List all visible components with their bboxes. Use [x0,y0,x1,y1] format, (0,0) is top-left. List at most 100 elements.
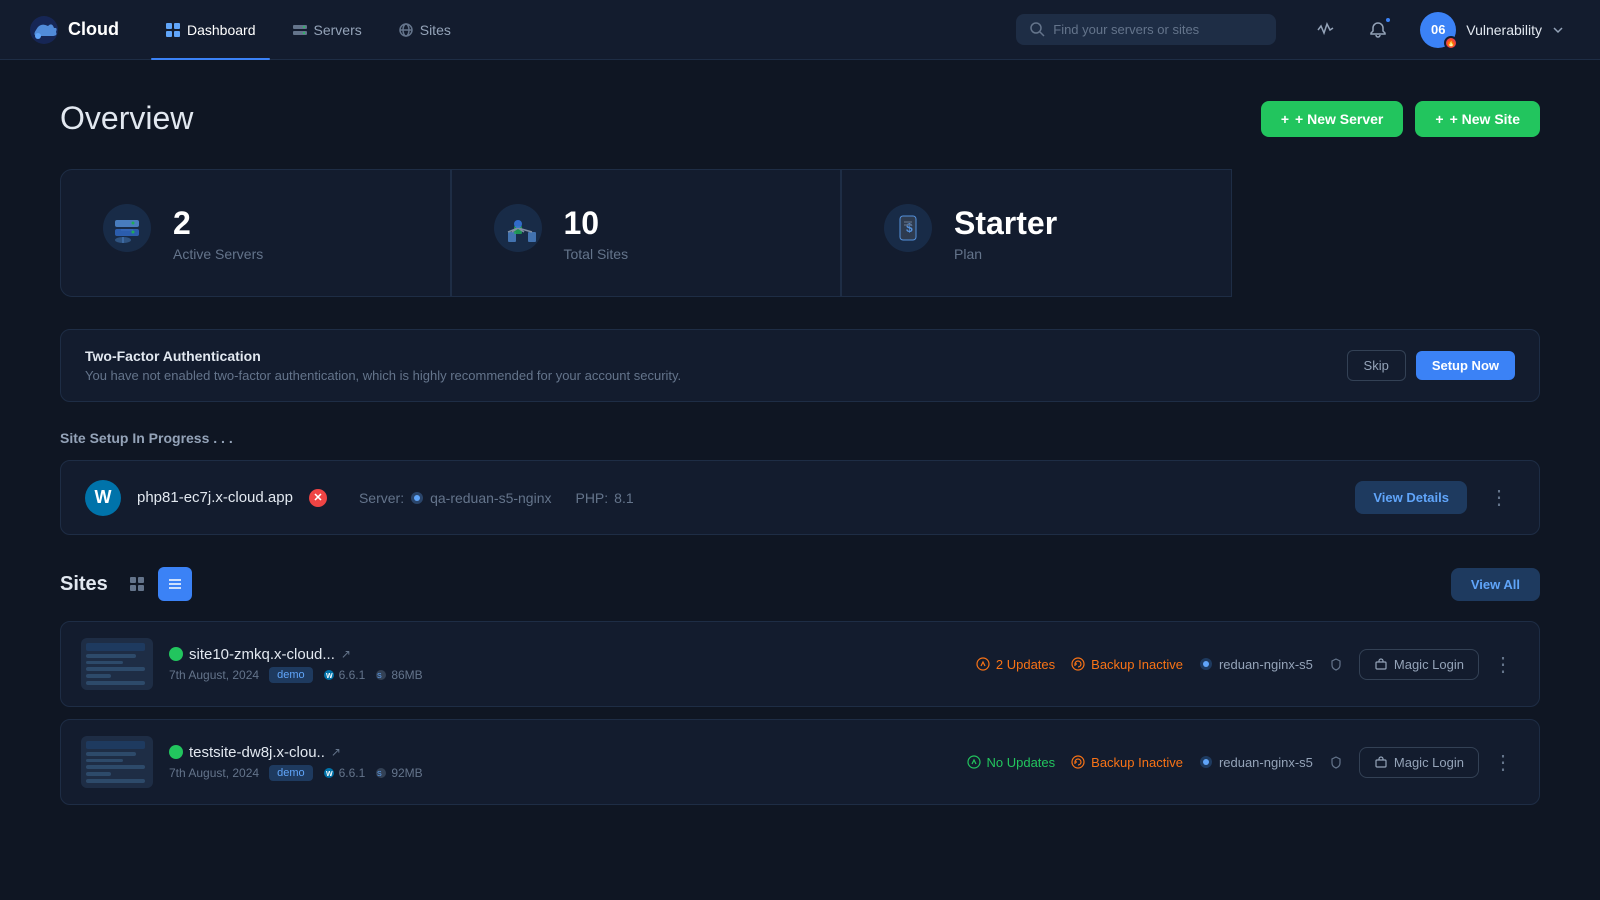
site-badges-2: No Updates Backup Inactive reduan-nginx-… [967,755,1343,770]
view-details-button[interactable]: View Details [1355,481,1467,514]
site-wp-version-2: W 6.6.1 [323,766,366,780]
backup-label-2: Backup Inactive [1091,755,1183,770]
site-tag-1: demo [269,667,313,683]
server-icon [410,491,424,505]
shield-icon-1 [1329,657,1343,671]
site-thumbnail-1 [81,638,153,690]
servers-stat-icon [101,202,153,264]
avatar-badge: 🔥 [1444,36,1458,50]
activity-button[interactable] [1308,12,1344,48]
new-site-label: + New Site [1450,111,1520,127]
new-site-icon: + [1435,111,1443,127]
avatar: 06 🔥 [1420,12,1456,48]
bell-icon [1369,21,1387,39]
nav-actions: 06 🔥 Vulnerability [1308,8,1572,52]
user-menu[interactable]: 06 🔥 Vulnerability [1412,8,1572,52]
stats-row: 2 Active Servers 10 T [60,169,1540,297]
sites-header: Sites View All [60,567,1540,601]
app-name: Cloud [68,19,119,40]
view-all-button[interactable]: View All [1451,568,1540,601]
server-name-badge-2: reduan-nginx-s5 [1219,755,1313,770]
site-info-1: site10-zmkq.x-cloud... ↗ 7th August, 202… [169,646,423,683]
navbar: Cloud Dashboard Servers [0,0,1600,60]
nav-sites[interactable]: Sites [384,14,465,46]
external-link-icon-1[interactable]: ↗ [341,647,351,661]
list-view-button[interactable] [158,567,192,601]
wordpress-icon: W [85,480,121,516]
dashboard-icon [165,22,181,38]
setup-server-name: qa-reduan-s5-nginx [430,490,551,506]
svg-text:S: S [377,673,382,680]
backup-badge-2: Backup Inactive [1071,755,1183,770]
server-small-icon-2 [1199,755,1213,769]
plan-name: Starter [954,205,1057,242]
magic-login-label-2: Magic Login [1394,755,1464,770]
new-site-button[interactable]: + + New Site [1415,101,1540,137]
site-actions-2: Magic Login ⋮ [1359,744,1519,781]
new-server-button[interactable]: + + New Server [1261,101,1404,137]
tfa-banner: Two-Factor Authentication You have not e… [60,329,1540,402]
magic-login-button-1[interactable]: Magic Login [1359,649,1479,680]
server-name-badge-1: reduan-nginx-s5 [1219,657,1313,672]
svg-text:W: W [326,673,333,680]
site-wp-version-1: W 6.6.1 [323,668,366,682]
stat-card-servers[interactable]: 2 Active Servers [60,169,451,297]
grid-view-button[interactable] [120,567,154,601]
site-size-2: S 92MB [375,766,422,780]
stat-card-sites[interactable]: 10 Total Sites [451,169,842,297]
external-link-icon-2[interactable]: ↗ [331,745,341,759]
servers-label: Active Servers [173,246,263,262]
setup-section-title: Site Setup In Progress . . . [60,430,1540,446]
setup-meta: Server: qa-reduan-s5-nginx PHP: 8.1 [359,490,634,506]
svg-text:S: S [377,771,382,778]
sites-count: 10 [564,205,629,242]
updates-badge-1: 2 Updates [976,657,1055,672]
sites-view-all: View All [1451,568,1540,601]
site-more-options-1[interactable]: ⋮ [1487,646,1519,683]
plan-stat-icon: $ [882,202,934,264]
site-name-1: site10-zmkq.x-cloud... [189,646,335,663]
list-icon [167,576,183,592]
nav-dashboard[interactable]: Dashboard [151,14,270,46]
server-badge-1: reduan-nginx-s5 [1199,657,1313,672]
nav-servers[interactable]: Servers [278,14,376,46]
sites-stat-icon [492,202,544,264]
site-more-options-2[interactable]: ⋮ [1487,744,1519,781]
view-toggle [120,567,192,601]
magic-login-button-2[interactable]: Magic Login [1359,747,1479,778]
setup-server-info: Server: qa-reduan-s5-nginx [359,490,552,506]
shield-icon-2 [1329,755,1343,769]
servers-icon [292,22,308,38]
nav-links: Dashboard Servers Sites [151,14,465,46]
updates-badge-2: No Updates [967,755,1056,770]
svg-text:$: $ [906,221,913,235]
overview-header: Overview + + New Server + + New Site [60,100,1540,137]
site-actions-1: Magic Login ⋮ [1359,646,1519,683]
setup-more-options-button[interactable]: ⋮ [1483,479,1515,516]
search-placeholder: Find your servers or sites [1053,22,1199,37]
site-meta-1: 7th August, 2024 demo W 6.6.1 S 86MB [169,667,423,683]
tfa-skip-button[interactable]: Skip [1347,350,1406,381]
setup-php-info: PHP: 8.1 [575,490,633,506]
svg-text:W: W [326,771,333,778]
tfa-text: Two-Factor Authentication You have not e… [85,348,681,383]
backup-icon-2 [1071,755,1085,769]
user-name: Vulnerability [1466,22,1542,38]
site-thumbnail-2 [81,736,153,788]
shield-badge-1 [1329,657,1343,671]
logo[interactable]: Cloud [28,14,119,46]
tfa-description: You have not enabled two-factor authenti… [85,368,681,383]
main-content: Overview + + New Server + + New Site [0,60,1600,857]
tfa-setup-button[interactable]: Setup Now [1416,351,1515,380]
site-size-1: S 86MB [375,668,422,682]
notifications-button[interactable] [1360,12,1396,48]
stat-card-plan[interactable]: $ Starter Plan [841,169,1232,297]
servers-count: 2 [173,205,263,242]
site-tag-2: demo [269,765,313,781]
logo-icon [28,14,60,46]
nav-sites-label: Sites [420,22,451,38]
site-badges-1: 2 Updates Backup Inactive reduan-nginx-s… [976,657,1343,672]
updates-label-2: No Updates [987,755,1056,770]
chevron-down-icon [1552,24,1564,36]
search-bar[interactable]: Find your servers or sites [1016,14,1276,45]
